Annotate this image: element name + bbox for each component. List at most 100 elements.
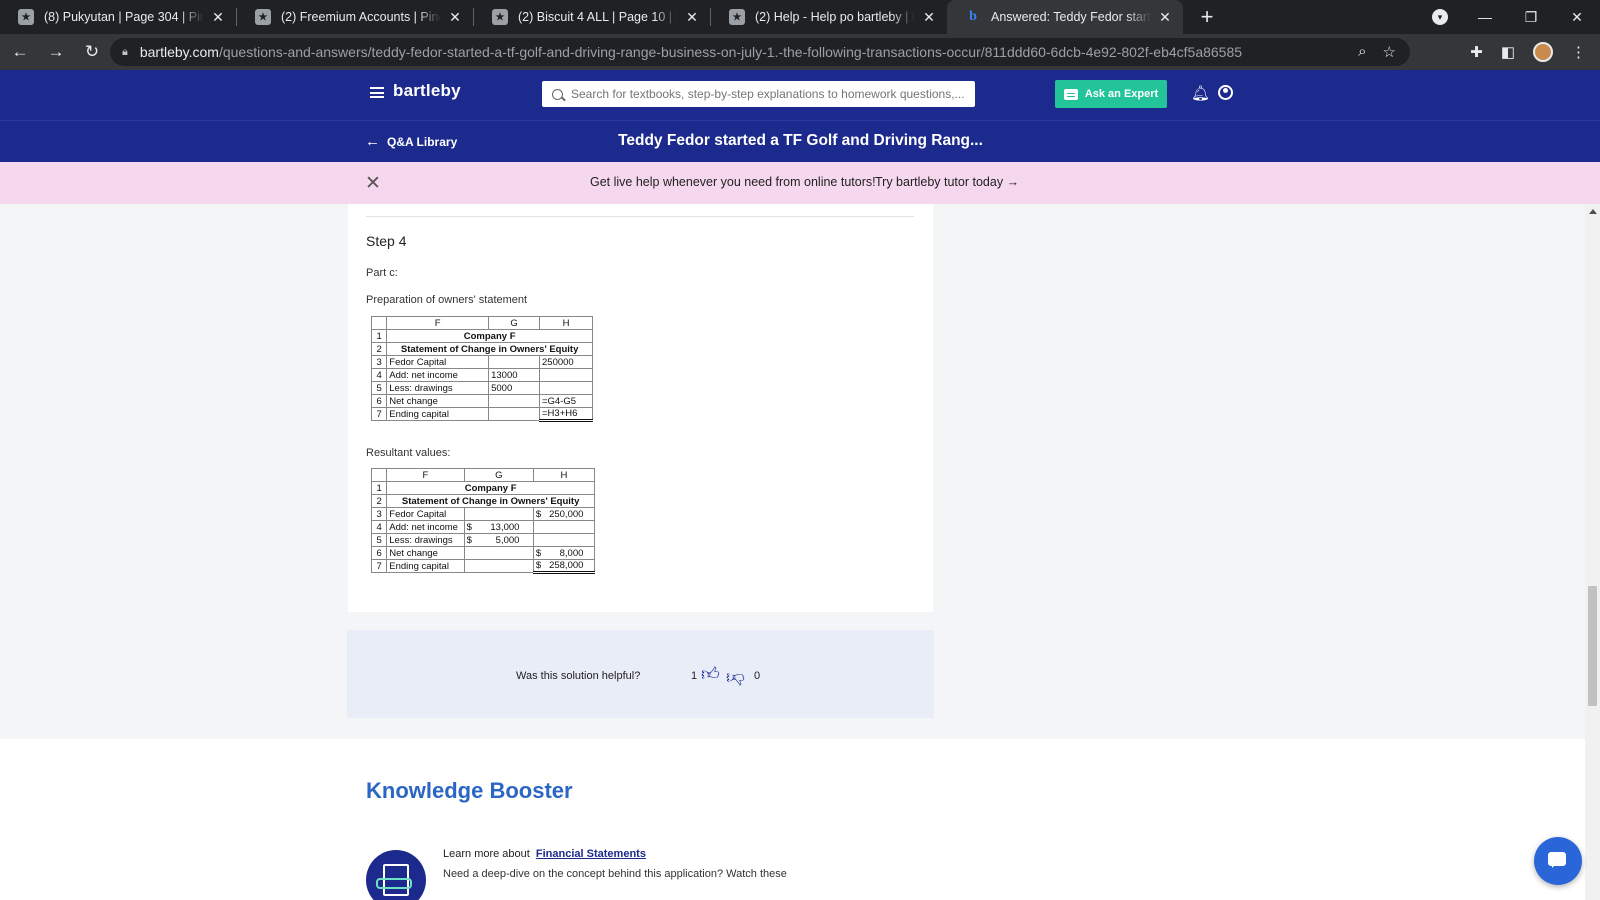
cell — [539, 368, 593, 382]
scroll-up-icon[interactable] — [1589, 209, 1597, 214]
tab-title: (8) Pukyutan | Page 304 | Pinoy In — [44, 10, 204, 24]
cell: Ending capital — [386, 559, 465, 573]
column-header: F — [386, 468, 465, 482]
profile-avatar[interactable] — [1533, 42, 1553, 62]
table-row: 5 Less: drawings 5000 — [370, 381, 593, 395]
cell — [488, 355, 540, 369]
bartleby-b-icon: b — [965, 9, 981, 25]
thumbs-up-icon[interactable]: 👍︎ — [701, 663, 720, 685]
deep-dive-text: Need a deep-dive on the concept behind t… — [443, 868, 787, 880]
new-tab-icon[interactable]: + — [1195, 4, 1219, 30]
column-header: G — [488, 316, 540, 330]
row-number: 4 — [370, 520, 388, 534]
row-number: 5 — [370, 381, 388, 395]
pinoy-icon: ★ — [255, 9, 271, 25]
cell: Fedor Capital — [386, 507, 465, 521]
url-path: /questions-and-answers/teddy-fedor-start… — [218, 44, 1243, 60]
close-tab-icon[interactable]: ✕ — [684, 9, 700, 26]
browser-tab[interactable]: ★ (8) Pukyutan | Page 304 | Pinoy In ✕ — [0, 0, 236, 34]
row-number: 7 — [370, 407, 388, 421]
column-header: H — [532, 468, 596, 482]
menu-kebab-icon[interactable]: ⋮ — [1571, 43, 1586, 61]
lock-icon[interactable]: 🔒︎ — [122, 46, 128, 59]
table-row: 6 Net change $ 8,000 — [370, 546, 596, 560]
table-row: 6 Net change =G4-G5 — [370, 394, 593, 408]
cell: =G4-G5 — [539, 394, 593, 408]
omnibox-actions: ⌕ ☆ — [1358, 43, 1396, 61]
upvote-count: 1 — [691, 670, 698, 682]
close-icon[interactable]: ✕ — [365, 172, 381, 195]
corner-cell — [370, 316, 388, 330]
table-subtitle: Statement of Change in Owners' Equity — [386, 494, 595, 508]
table-subtitle: Statement of Change in Owners' Equity — [386, 342, 593, 356]
forward-icon[interactable]: → — [40, 42, 72, 62]
ask-expert-label: Ask an Expert — [1084, 88, 1159, 100]
row-number: 7 — [370, 559, 388, 573]
cell: Fedor Capital — [386, 355, 490, 369]
bartleby-logo[interactable]: bartleby — [393, 81, 461, 101]
toolbar-right: ✚ ◧ ⋮ — [1470, 34, 1600, 70]
browser-tab-active[interactable]: b Answered: Teddy Fedor started a ✕ — [947, 0, 1183, 34]
window-close-icon[interactable]: ✕ — [1554, 9, 1600, 26]
column-header: G — [463, 468, 534, 482]
cell: Ending capital — [386, 407, 490, 421]
resultant-text: Resultant values: — [366, 447, 451, 459]
reload-icon[interactable]: ↻ — [76, 42, 108, 62]
promo-cta-link[interactable]: Try bartleby tutor today → — [875, 175, 1019, 189]
close-tab-icon[interactable]: ✕ — [447, 9, 463, 26]
close-tab-icon[interactable]: ✕ — [210, 9, 226, 26]
row-number: 4 — [370, 368, 388, 382]
browser-tab[interactable]: ★ (2) Biscuit 4 ALL | Page 10 | Pinoy ✕ — [474, 0, 710, 34]
downvote-count: 0 — [754, 670, 761, 682]
ask-expert-button[interactable]: Ask an Expert — [1055, 80, 1167, 108]
table-row: 7 Ending capital =H3+H6 — [370, 407, 593, 422]
learn-more-text: Learn more about Financial Statements — [443, 848, 646, 860]
close-tab-icon[interactable]: ✕ — [921, 9, 937, 26]
scroll-thumb[interactable] — [1588, 586, 1597, 706]
site-header: bartleby Ask an Expert 🔔︎ — [0, 70, 1600, 120]
topic-link[interactable]: Financial Statements — [536, 848, 646, 860]
restore-icon[interactable]: ❐ — [1508, 9, 1554, 26]
spreadsheet-formulas: F G H 1 Company F 2 Statement of Change in… — [370, 316, 593, 422]
media-control-icon[interactable]: ▾ — [1432, 9, 1448, 25]
thumbs-down-icon[interactable]: 👍︎ — [726, 667, 745, 689]
search-input[interactable] — [571, 87, 966, 101]
row-number: 2 — [370, 494, 388, 508]
cell — [488, 394, 540, 408]
learn-prefix: Learn more about — [443, 848, 530, 860]
zoom-icon[interactable]: ⌕ — [1358, 43, 1366, 61]
table-title: Company F — [386, 481, 595, 495]
row-number: 6 — [370, 394, 388, 408]
cell — [463, 559, 534, 573]
question-title: Teddy Fedor started a TF Golf and Drivin… — [618, 132, 983, 149]
cell — [463, 546, 534, 560]
cell: Less: drawings — [386, 533, 465, 547]
cell: $ 13,000 — [463, 520, 534, 534]
page-scrollbar[interactable] — [1585, 204, 1600, 900]
table-row: 7 Ending capital $ 258,000 — [370, 559, 596, 574]
user-account-icon[interactable] — [1218, 85, 1233, 100]
cell: $ 8,000 — [532, 546, 596, 560]
main-content: Step 4 Part c: Preparation of owners' st… — [0, 204, 1585, 900]
browser-tab-bar: ★ (8) Pukyutan | Page 304 | Pinoy In ✕ ★… — [0, 0, 1600, 34]
bookmark-star-icon[interactable]: ☆ — [1383, 43, 1396, 61]
promo-banner: ✕ Get live help whenever you need from o… — [0, 162, 1600, 204]
tab-title: (2) Freemium Accounts | Pinoy In — [281, 10, 441, 24]
minimize-icon[interactable]: — — [1462, 9, 1508, 25]
browser-tab[interactable]: ★ (2) Help - Help po bartleby | Pinoy ✕ — [711, 0, 947, 34]
close-tab-icon[interactable]: ✕ — [1157, 9, 1173, 26]
window-controls: — ❐ ✕ — [1462, 0, 1600, 34]
browser-tab[interactable]: ★ (2) Freemium Accounts | Pinoy In ✕ — [237, 0, 473, 34]
pinoy-icon: ★ — [18, 9, 34, 25]
back-icon[interactable]: ← — [4, 42, 36, 62]
cell: Net change — [386, 394, 490, 408]
hamburger-menu-icon[interactable] — [370, 87, 384, 98]
side-panel-icon[interactable]: ◧ — [1501, 43, 1515, 61]
extensions-icon[interactable]: ✚ — [1470, 43, 1483, 61]
address-bar[interactable]: 🔒︎ bartleby.com /questions-and-answers/t… — [110, 38, 1410, 66]
search-box[interactable] — [542, 81, 975, 107]
row-number: 2 — [370, 342, 388, 356]
bell-icon[interactable]: 🔔︎ — [1191, 84, 1210, 102]
cell: $ 250,000 — [532, 507, 596, 521]
chat-support-button[interactable] — [1534, 837, 1582, 885]
